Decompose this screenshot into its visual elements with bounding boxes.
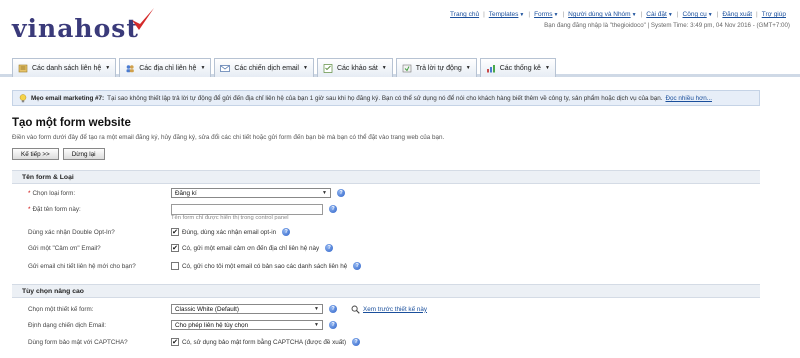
tab-contacts[interactable]: Các địa chỉ liên hệ ▼ bbox=[119, 58, 212, 77]
email-icon bbox=[220, 64, 231, 72]
form-type-select[interactable]: Đăng kí ▼ bbox=[171, 188, 331, 198]
help-icon[interactable]: ? bbox=[282, 228, 291, 236]
copy-email-text: Có, gửi cho tôi một email có bản sao các… bbox=[182, 262, 348, 270]
top-navigation: Trang chủ | Templates▼ | Forms▼ | Người dùn… bbox=[446, 11, 790, 18]
topnav-forms[interactable]: Forms▼ bbox=[530, 11, 562, 18]
topnav-settings[interactable]: Cài đặt▼ bbox=[642, 11, 677, 18]
captcha-row: Dùng form bảo mật với CAPTCHA? ✔ Có, sử … bbox=[12, 335, 760, 349]
tab-email-campaigns[interactable]: Các chiến dịch email ▼ bbox=[214, 58, 314, 77]
header: vinahost Trang chủ | Templates▼ | Forms▼ | … bbox=[0, 0, 800, 55]
brand-logo[interactable]: vinahost bbox=[12, 8, 154, 43]
dropdown-arrow-icon: ▼ bbox=[322, 190, 327, 196]
help-icon[interactable]: ? bbox=[337, 189, 345, 197]
copy-email-row: Gửi email chi tiết liên hệ mới cho bạn? … bbox=[12, 259, 760, 273]
chevron-down-icon: ▼ bbox=[465, 65, 471, 71]
chevron-down-icon: ▼ bbox=[105, 65, 111, 71]
dropdown-arrow-icon: ▼ bbox=[314, 322, 319, 328]
magnifier-icon bbox=[351, 305, 360, 314]
chevron-down-icon: ▼ bbox=[667, 12, 673, 18]
chevron-down-icon: ▼ bbox=[200, 65, 206, 71]
copy-email-checkbox[interactable] bbox=[171, 262, 179, 270]
help-icon[interactable]: ? bbox=[325, 244, 334, 252]
chevron-down-icon: ▼ bbox=[707, 12, 713, 18]
email-marketing-tip: Mẹo email marketing #7: Tại sao không th… bbox=[12, 90, 760, 106]
lightbulb-icon bbox=[19, 93, 27, 102]
tab-contact-lists[interactable]: Các danh sách liên hệ ▼ bbox=[12, 58, 117, 77]
required-marker: * bbox=[28, 205, 31, 213]
chevron-down-icon: ▼ bbox=[302, 65, 308, 71]
topnav-help[interactable]: Trợ giúp bbox=[758, 11, 790, 18]
chevron-down-icon: ▼ bbox=[381, 65, 387, 71]
section-form-name-type: Tên form & Loại bbox=[12, 170, 760, 184]
double-optin-row: Dùng xác nhận Double Opt-In? ✔ Đúng, dùn… bbox=[12, 225, 760, 239]
help-icon[interactable]: ? bbox=[329, 305, 337, 313]
form-name-input[interactable] bbox=[171, 203, 323, 215]
required-marker: * bbox=[28, 189, 31, 197]
chevron-down-icon: ▼ bbox=[631, 12, 637, 18]
chevron-down-icon: ▼ bbox=[519, 12, 525, 18]
tab-statistics[interactable]: Các thống kê ▼ bbox=[479, 58, 556, 77]
tip-title: Mẹo email marketing #7: bbox=[31, 94, 105, 102]
stats-icon bbox=[486, 64, 495, 72]
form-design-row: Chọn một thiết kế form: Classic White (D… bbox=[28, 304, 427, 314]
form-name-hint: Tên form chỉ được hiển thị trong control… bbox=[171, 215, 289, 221]
thanks-email-text: Có, gửi một email cảm ơn đến địa chỉ liê… bbox=[182, 244, 320, 252]
action-buttons: Kế tiếp >> Dừng lại bbox=[12, 148, 105, 160]
help-icon[interactable]: ? bbox=[329, 321, 337, 329]
chevron-down-icon: ▼ bbox=[553, 12, 559, 18]
topnav-home[interactable]: Trang chủ bbox=[446, 11, 483, 18]
page-intro: Điền vào form dưới đây để tạo ra một ema… bbox=[12, 134, 445, 141]
thanks-email-row: Gửi một "Cảm ơn" Email? ✔ Có, gửi một em… bbox=[12, 241, 760, 255]
dropdown-arrow-icon: ▼ bbox=[314, 306, 319, 312]
logo-text: vinahost bbox=[12, 14, 139, 43]
topnav-tools[interactable]: Công cụ▼ bbox=[679, 11, 717, 18]
topnav-templates[interactable]: Templates▼ bbox=[485, 11, 529, 18]
form-design-select[interactable]: Classic White (Default) ▼ bbox=[171, 304, 323, 314]
users-icon bbox=[126, 64, 135, 72]
preview-design-link[interactable]: Xem trước thiết kế này bbox=[363, 306, 427, 313]
thanks-email-checkbox[interactable]: ✔ bbox=[171, 244, 179, 252]
help-icon[interactable]: ? bbox=[352, 338, 361, 346]
next-button[interactable]: Kế tiếp >> bbox=[12, 148, 59, 160]
survey-icon bbox=[323, 63, 333, 73]
tab-autoresponders[interactable]: Trả lời tự động ▼ bbox=[395, 58, 477, 77]
logo-checkmark-icon bbox=[132, 8, 154, 30]
help-icon[interactable]: ? bbox=[353, 262, 362, 270]
form-type-row: * Chọn loại form: Đăng kí ▼ ? bbox=[12, 186, 760, 200]
autoresponder-icon bbox=[402, 64, 412, 72]
email-format-row: Định dạng chiến dịch Email: Cho phép liê… bbox=[12, 318, 760, 332]
preview-design[interactable]: Xem trước thiết kế này bbox=[351, 305, 427, 314]
tab-surveys[interactable]: Các khảo sát ▼ bbox=[316, 58, 393, 77]
captcha-text: Có, sử dụng bảo mật form bằng CAPTCHA (đ… bbox=[182, 338, 347, 346]
tip-text: Tại sao không thiết lập trả lời tự động … bbox=[107, 94, 663, 102]
chevron-down-icon: ▼ bbox=[544, 65, 550, 71]
section-advanced-options: Tùy chọn nâng cao bbox=[12, 284, 760, 298]
main-tabs: Các danh sách liên hệ ▼ Các địa chỉ liên … bbox=[0, 55, 800, 77]
contacts-icon bbox=[18, 64, 28, 72]
page-title: Tạo một form website bbox=[12, 117, 131, 129]
topnav-users-groups[interactable]: Người dùng và Nhóm▼ bbox=[564, 11, 640, 18]
tip-read-more-link[interactable]: Đọc nhiều hơn... bbox=[665, 95, 712, 102]
email-format-select[interactable]: Cho phép liên hệ tùy chọn ▼ bbox=[171, 320, 323, 330]
help-icon[interactable]: ? bbox=[329, 205, 337, 213]
topnav-logout[interactable]: Đăng xuất bbox=[718, 11, 756, 18]
login-info: Bạn đang đăng nhập là "thegioidoco" | Sy… bbox=[544, 22, 790, 29]
captcha-checkbox[interactable]: ✔ bbox=[171, 338, 179, 346]
double-optin-text: Đúng, dùng xác nhận email opt-in bbox=[182, 228, 277, 236]
double-optin-checkbox[interactable]: ✔ bbox=[171, 228, 179, 236]
form-name-row: * Đặt tên form này: ? bbox=[12, 202, 760, 216]
stop-button[interactable]: Dừng lại bbox=[62, 148, 105, 160]
